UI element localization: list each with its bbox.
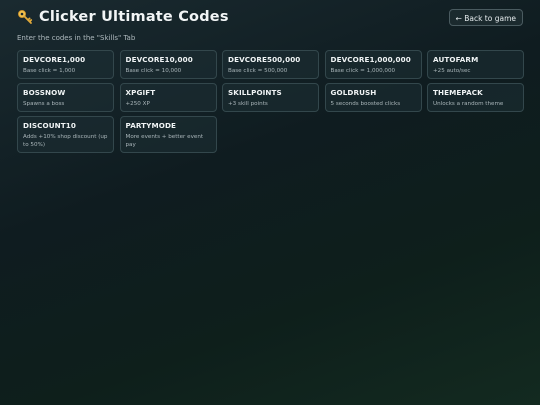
instructions-text: Enter the codes in the "Skills" Tab: [17, 34, 136, 42]
page-title: Clicker Ultimate Codes: [39, 9, 229, 25]
code-description: Base click = 500,000: [228, 68, 288, 74]
code-name: SKILLPOINTS: [228, 88, 282, 97]
code-name: DISCOUNT10: [23, 121, 76, 130]
code-description: Base click = 1,000: [23, 68, 76, 74]
code-name: DEVCORE1,000: [23, 55, 86, 64]
code-card: THEMEPACK Unlocks a random theme: [427, 83, 524, 112]
code-card: AUTOFARM +25 auto/sec: [427, 50, 524, 79]
code-description: Base click = 10,000: [125, 68, 182, 74]
code-card: XPGIFT +250 XP: [119, 83, 217, 112]
code-name: PARTYMODE: [125, 121, 177, 130]
code-card: BOSSNOW Spawns a boss: [17, 83, 114, 112]
code-description: Base click = 1,000,000: [330, 68, 396, 74]
code-name: BOSSNOW: [23, 88, 66, 97]
code-card: DEVCORE500,000 Base click = 500,000: [222, 50, 319, 79]
page-header: Clicker Ultimate Codes: [17, 9, 229, 25]
code-name: DEVCORE10,000: [125, 55, 193, 64]
code-description: +25 auto/sec: [433, 68, 471, 74]
code-name: XPGIFT: [125, 88, 156, 97]
code-card: DISCOUNT10 Adds +10% shop discount (up t…: [17, 116, 114, 153]
code-card: DEVCORE10,000 Base click = 10,000: [119, 50, 217, 79]
code-description: Unlocks a random theme: [433, 101, 504, 107]
code-card: DEVCORE1,000,000 Base click = 1,000,000: [324, 50, 422, 79]
code-description: Spawns a boss: [23, 101, 65, 107]
code-description: Adds +10% shop discount (up to 50%): [23, 134, 108, 148]
code-description: +250 XP: [125, 101, 150, 107]
back-to-game-button[interactable]: ← Back to game: [448, 9, 523, 26]
code-card: GOLDRUSH 5 seconds boosted clicks: [324, 83, 422, 112]
code-description: +3 skill points: [228, 101, 268, 107]
code-name: THEMEPACK: [433, 88, 483, 97]
code-card: SKILLPOINTS +3 skill points: [222, 83, 319, 112]
code-name: AUTOFARM: [433, 55, 479, 64]
code-card: DEVCORE1,000 Base click = 1,000: [17, 50, 114, 79]
code-description: More events + better event pay: [125, 134, 204, 148]
code-name: GOLDRUSH: [330, 88, 377, 97]
code-name: DEVCORE500,000: [228, 55, 301, 64]
codes-grid: DEVCORE1,000 Base click = 1,000 DEVCORE1…: [17, 50, 524, 153]
code-name: DEVCORE1,000,000: [330, 55, 411, 64]
code-card: PARTYMODE More events + better event pay: [119, 116, 217, 153]
code-description: 5 seconds boosted clicks: [330, 101, 401, 107]
key-icon: [17, 9, 33, 25]
